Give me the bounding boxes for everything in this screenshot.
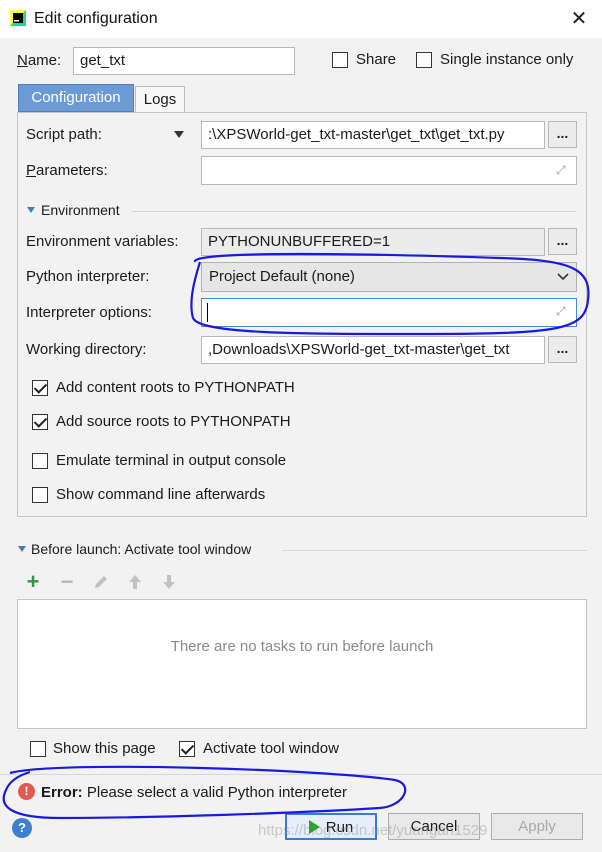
python-interpreter-label: Python interpreter: [26, 268, 150, 285]
error-message: Error: Please select a valid Python inte… [41, 784, 347, 801]
script-path-input[interactable]: :\XPSWorld-get_txt-master\get_txt\get_tx… [201, 121, 545, 149]
text-cursor [207, 303, 208, 322]
add-source-roots-checkbox[interactable] [32, 414, 48, 430]
help-icon[interactable]: ? [12, 818, 32, 838]
expand-options-icon[interactable]: ⤢ [556, 304, 566, 319]
remove-icon[interactable]: − [58, 571, 76, 593]
share-label: Share [356, 51, 397, 68]
watermark: https://blog.csdn.net/yuangan1529 [258, 822, 488, 839]
apply-button[interactable]: Apply [491, 813, 583, 840]
tab-logs[interactable]: Logs [135, 86, 185, 112]
environment-section-label: Environment [41, 202, 120, 218]
working-directory-label: Working directory: [26, 341, 147, 358]
emulate-terminal-checkbox[interactable] [32, 453, 48, 469]
emulate-terminal-label: Emulate terminal in output console [56, 452, 287, 469]
interpreter-selected-value: Project Default (none) [209, 268, 355, 285]
env-vars-input[interactable]: PYTHONUNBUFFERED=1 [201, 228, 545, 256]
single-instance-checkbox[interactable] [416, 52, 432, 68]
single-instance-label: Single instance only [440, 51, 574, 68]
parameters-label: Parameters: [26, 162, 108, 179]
show-command-line-checkbox[interactable] [32, 487, 48, 503]
activate-tool-window-checkbox[interactable] [179, 741, 195, 757]
environment-divider [132, 211, 576, 212]
parameters-input[interactable] [201, 156, 577, 185]
name-input[interactable]: get_txt [73, 47, 295, 75]
activate-tool-window-label: Activate tool window [203, 740, 339, 757]
close-icon[interactable]: ✕ [568, 6, 590, 30]
pycharm-app-icon [10, 10, 26, 26]
script-path-label: Script path: [26, 126, 102, 143]
error-icon: ! [18, 783, 35, 800]
chevron-down-icon [557, 273, 569, 281]
before-launch-divider [282, 550, 587, 551]
footer-divider [0, 774, 602, 775]
collapse-environment-icon[interactable] [27, 207, 35, 213]
before-launch-label: Before launch: Activate tool window [31, 541, 252, 557]
add-icon[interactable]: + [24, 571, 42, 593]
show-this-page-label: Show this page [53, 740, 156, 757]
browse-script-button[interactable]: ... [548, 121, 577, 148]
add-content-roots-checkbox[interactable] [32, 380, 48, 396]
script-type-dropdown-icon[interactable] [174, 131, 184, 138]
env-vars-label: Environment variables: [26, 233, 179, 250]
tab-configuration[interactable]: Configuration [18, 84, 134, 112]
add-source-roots-label: Add source roots to PYTHONPATH [56, 413, 291, 430]
share-checkbox[interactable] [332, 52, 348, 68]
python-interpreter-select[interactable]: Project Default (none) [201, 262, 577, 292]
collapse-before-launch-icon[interactable] [18, 546, 26, 552]
add-content-roots-label: Add content roots to PYTHONPATH [56, 379, 295, 396]
show-this-page-checkbox[interactable] [30, 741, 46, 757]
edit-icon[interactable] [92, 573, 110, 591]
move-down-icon[interactable] [160, 573, 178, 591]
edit-env-vars-button[interactable]: ... [548, 228, 577, 255]
window-title: Edit configuration [34, 10, 158, 27]
empty-tasks-text: There are no tasks to run before launch [170, 638, 434, 655]
interpreter-options-label: Interpreter options: [26, 304, 152, 321]
browse-working-dir-button[interactable]: ... [548, 336, 577, 363]
expand-icon[interactable]: ⤢ [556, 163, 566, 178]
working-directory-input[interactable]: ,Downloads\XPSWorld-get_txt-master\get_t… [201, 336, 545, 364]
move-up-icon[interactable] [126, 573, 144, 591]
before-launch-task-list[interactable] [17, 599, 587, 729]
name-label: Name: [17, 52, 62, 69]
show-command-line-label: Show command line afterwards [56, 486, 266, 503]
interpreter-options-input[interactable] [201, 298, 577, 327]
